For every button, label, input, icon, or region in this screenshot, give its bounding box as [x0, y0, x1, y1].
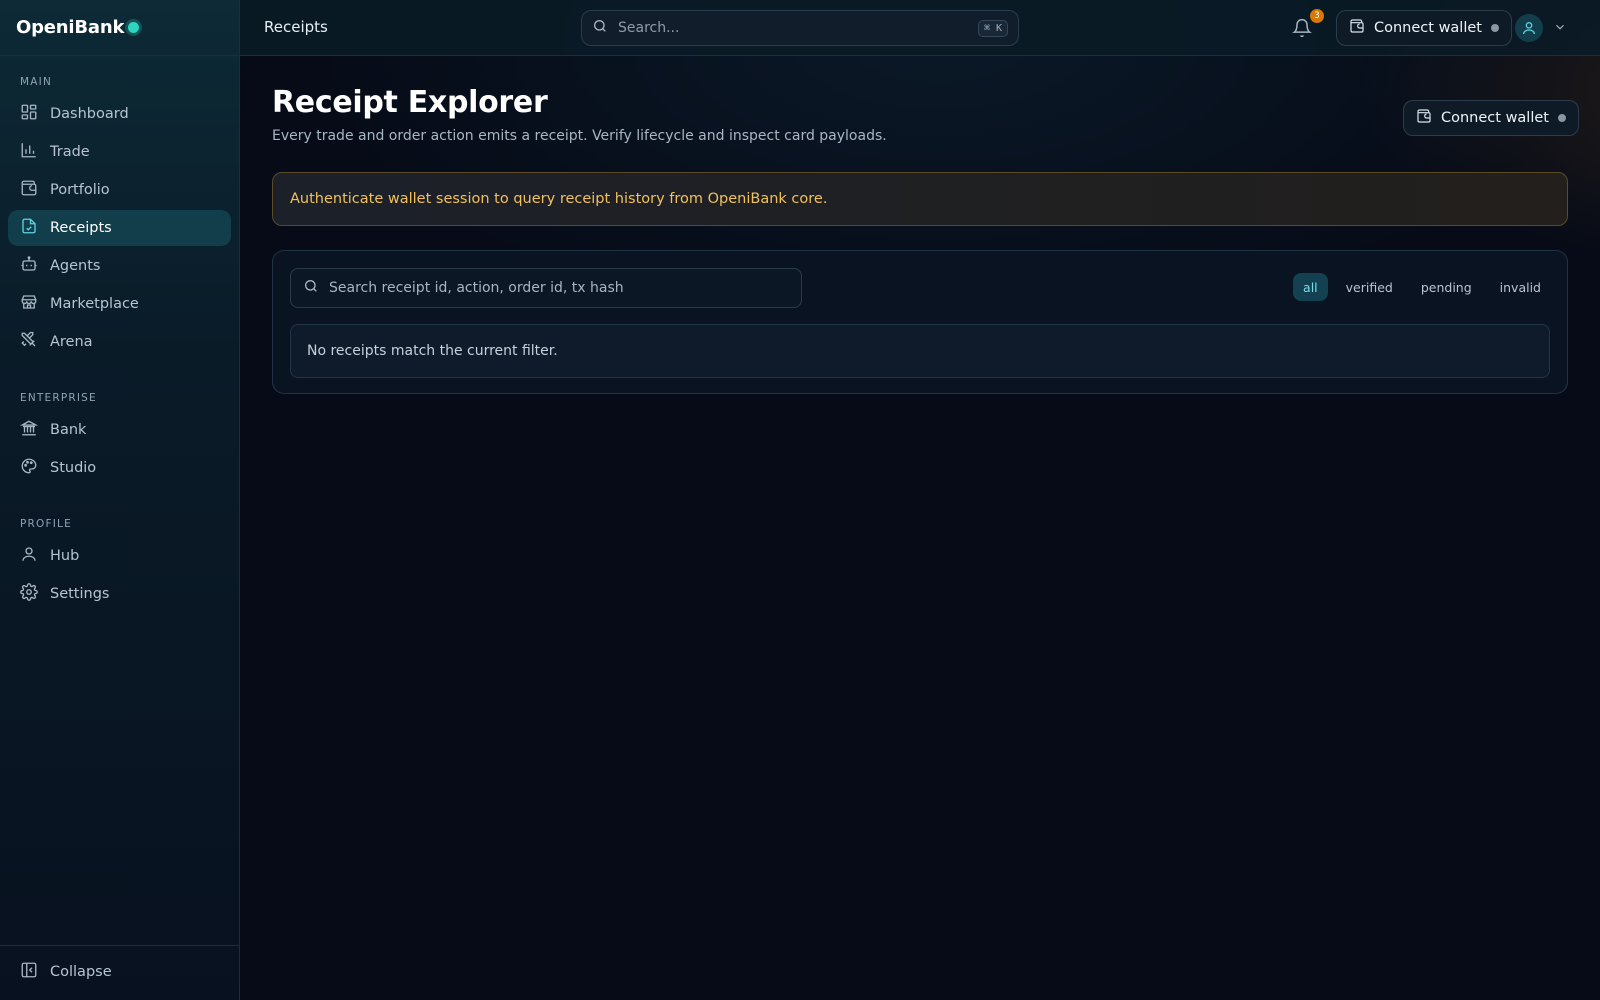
sidebar-item-label: Dashboard — [50, 106, 129, 122]
section-label-enterprise: ENTERPRISE — [20, 392, 97, 404]
sidebar-item-label: Receipts — [50, 220, 112, 236]
receipt-search-input[interactable] — [329, 280, 789, 296]
global-search[interactable]: ⌘ K — [581, 10, 1019, 46]
sidebar-item-studio[interactable]: Studio — [8, 450, 231, 486]
page-title: Receipt Explorer — [272, 85, 548, 120]
bell-icon[interactable] — [1292, 18, 1312, 38]
receipt-icon — [20, 217, 38, 239]
user-icon — [20, 545, 38, 567]
filter-invalid[interactable]: invalid — [1490, 273, 1551, 301]
sidebar-item-bank[interactable]: Bank — [8, 412, 231, 448]
dashboard-icon — [20, 103, 38, 125]
bank-icon — [19, 419, 39, 441]
sidebar-item-label: Bank — [50, 422, 87, 438]
empty-state: No receipts match the current filter. — [290, 324, 1550, 378]
bot-icon — [20, 255, 38, 277]
collapse-label: Collapse — [50, 964, 112, 980]
user-menu[interactable] — [1515, 14, 1567, 42]
sidebar-item-dashboard[interactable]: Dashboard — [8, 96, 231, 132]
topbar-connect-wallet-button[interactable]: Connect wallet — [1336, 10, 1512, 46]
palette-icon — [20, 457, 38, 479]
filter-pending[interactable]: pending — [1411, 273, 1482, 301]
notification-badge: 3 — [1310, 9, 1324, 23]
section-label-profile: PROFILE — [20, 518, 72, 530]
page-connect-wallet-button[interactable]: Connect wallet — [1403, 100, 1579, 136]
section-label-main: MAIN — [20, 76, 52, 88]
sidebar-footer: Collapse — [0, 945, 239, 1000]
bar-chart-icon — [20, 141, 38, 163]
status-filter-group: all verified pending invalid — [1293, 273, 1551, 301]
auth-warning-alert: Authenticate wallet session to query rec… — [272, 172, 1568, 226]
sidebar-item-label: Marketplace — [50, 296, 139, 312]
chevron-down-icon — [1553, 19, 1567, 38]
nav-section-profile: PROFILE Hub Settings — [0, 514, 239, 612]
collapse-sidebar-icon — [20, 961, 38, 983]
sidebar-item-agents[interactable]: Agents — [8, 248, 231, 284]
empty-state-message: No receipts match the current filter. — [307, 343, 558, 359]
main-content: Receipts ⌘ K 3 Connect wallet — [240, 0, 1600, 1000]
page-subtitle: Every trade and order action emits a rec… — [272, 128, 887, 144]
wallet-status-dot — [1490, 24, 1499, 32]
search-shortcut-hint: ⌘ K — [977, 19, 1008, 37]
sidebar-item-label: Trade — [50, 144, 90, 160]
wallet-status-dot — [1557, 114, 1566, 122]
brand-status-dot — [128, 22, 140, 33]
brand-name: OpeniBank — [16, 17, 125, 38]
wallet-icon — [1349, 18, 1365, 38]
connect-wallet-label: Connect wallet — [1441, 110, 1549, 126]
filter-verified[interactable]: verified — [1336, 273, 1403, 301]
sidebar-item-trade[interactable]: Trade — [8, 134, 231, 170]
gear-icon — [20, 583, 38, 605]
swords-icon — [20, 331, 38, 353]
nav-section-main: MAIN Dashboard Trade Portfolio Receipts … — [0, 72, 239, 360]
sidebar-item-label: Portfolio — [50, 182, 110, 198]
avatar — [1515, 14, 1543, 42]
sidebar-item-hub[interactable]: Hub — [8, 538, 231, 574]
sidebar-item-label: Agents — [50, 258, 101, 274]
nav-section-enterprise: ENTERPRISE Bank Studio — [0, 388, 239, 486]
sidebar-item-arena[interactable]: Arena — [8, 324, 231, 360]
alert-message: Authenticate wallet session to query rec… — [290, 191, 828, 207]
sidebar-item-portfolio[interactable]: Portfolio — [8, 172, 231, 208]
sidebar-item-label: Hub — [50, 548, 80, 564]
sidebar-item-settings[interactable]: Settings — [8, 576, 231, 612]
receipts-panel: all verified pending invalid No receipts… — [272, 250, 1568, 394]
connect-wallet-label: Connect wallet — [1374, 20, 1482, 36]
search-icon — [592, 18, 608, 38]
sidebar: OpeniBank MAIN Dashboard Trade Portfolio… — [0, 0, 240, 1000]
filter-all[interactable]: all — [1293, 273, 1328, 301]
sidebar-item-label: Settings — [50, 586, 110, 602]
topbar-title: Receipts — [264, 18, 328, 36]
sidebar-item-receipts[interactable]: Receipts — [8, 210, 231, 246]
sidebar-item-label: Arena — [50, 334, 93, 350]
receipt-search-field[interactable] — [290, 268, 802, 308]
sidebar-item-marketplace[interactable]: Marketplace — [8, 286, 231, 322]
topbar: Receipts ⌘ K 3 Connect wallet — [240, 0, 1600, 56]
store-icon — [20, 293, 38, 315]
app-root: OpeniBank MAIN Dashboard Trade Portfolio… — [0, 0, 1600, 1000]
wallet-icon — [20, 179, 38, 201]
collapse-button[interactable]: Collapse — [8, 954, 231, 990]
global-search-input[interactable] — [618, 20, 968, 36]
brand[interactable]: OpeniBank — [0, 0, 239, 56]
search-icon — [303, 278, 319, 298]
sidebar-item-label: Studio — [50, 460, 97, 476]
wallet-icon — [1416, 108, 1432, 128]
